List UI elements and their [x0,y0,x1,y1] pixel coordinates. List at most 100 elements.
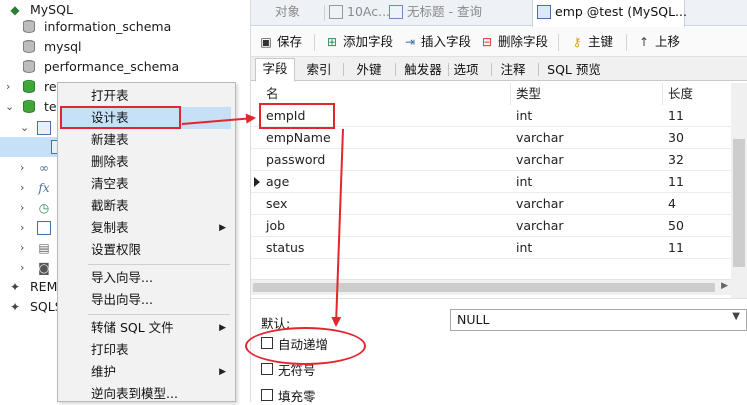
unsigned-checkbox[interactable] [261,363,273,375]
cell-field-name[interactable]: job [261,215,511,237]
cell-field-length[interactable]: 30 [663,127,733,149]
tree-folder-reports[interactable]: › ▤ [0,238,58,258]
tab-options[interactable]: 选项 [449,59,483,81]
cell-field-name[interactable]: status [261,237,511,259]
tree-folder-functions[interactable]: › fx [0,178,58,198]
table-row[interactable]: age int 11 [251,171,733,193]
cell-field-length[interactable]: 11 [663,171,733,193]
function-icon: fx [38,181,50,195]
menu-item-delete-table[interactable]: 删除表 [58,151,235,173]
menu-item-empty-table[interactable]: 清空表 [58,173,235,195]
tree-db-mysql[interactable]: mysql [0,37,248,57]
cell-field-length[interactable]: 11 [663,105,733,127]
menu-item-open-table[interactable]: 打开表 [58,85,235,107]
menu-item-import-wizard[interactable]: 导入向导... [58,267,235,289]
scroll-right-icon[interactable]: ▶ [721,281,728,291]
tab-indexes[interactable]: 索引 [299,59,339,81]
tab-fields[interactable]: 字段 [255,58,295,82]
tab-10ac[interactable]: 10Ac... [325,0,390,26]
column-header-type[interactable]: 类型 [511,83,663,105]
chevron-right-icon[interactable]: › [20,158,24,178]
default-value-select[interactable]: NULL ▼ [450,309,747,331]
arrow-up-icon: ↑ [638,35,650,49]
table-row[interactable]: empName varchar 30 [251,127,733,149]
cell-field-type[interactable]: int [511,105,663,127]
tree-connection-sqls[interactable]: ✦ SQLS [0,297,63,317]
tab-comment[interactable]: 注释 [495,59,531,81]
menu-item-set-permissions[interactable]: 设置权限 [58,239,235,261]
column-header-length[interactable]: 长度 [663,83,733,105]
submenu-arrow-icon: ▶ [219,223,226,233]
tree-folder-backups[interactable]: › ◙ [0,258,58,278]
menu-item-copy-table[interactable]: 复制表 ▶ [58,217,235,239]
delete-field-button[interactable]: ⊟ 删除字段 [478,27,548,57]
tree-folder-tables[interactable]: ⌄ [0,118,58,138]
key-icon: ⚷ [572,35,582,49]
chevron-right-icon[interactable]: › [6,77,10,97]
toolbar-separator [558,34,559,51]
cell-field-length[interactable]: 50 [663,215,733,237]
cell-field-type[interactable]: varchar [511,193,663,215]
tree-db-information-schema[interactable]: information_schema [0,17,248,37]
database-icon [23,60,35,74]
add-field-button[interactable]: ⊞ 添加字段 [323,27,393,57]
menu-item-maintain[interactable]: 维护 ▶ [58,361,235,383]
chevron-right-icon[interactable]: › [20,198,24,218]
tree-db-performance-schema[interactable]: performance_schema [0,57,248,77]
column-header-name[interactable]: 名 [261,83,511,105]
horizontal-scrollbar[interactable]: ▶ [251,279,731,295]
tree-folder-views[interactable]: › ∞ [0,158,58,178]
cell-field-type[interactable]: varchar [511,215,663,237]
vertical-scrollbar[interactable] [731,83,747,298]
cell-field-name[interactable]: sex [261,193,511,215]
cell-field-name[interactable]: empName [261,127,511,149]
tab-triggers[interactable]: 触发器 [399,59,447,81]
insert-field-button[interactable]: ⇥ 插入字段 [401,27,471,57]
save-button[interactable]: ▣ 保存 [257,27,302,57]
tab-sql-preview[interactable]: SQL 预览 [543,59,605,81]
menu-item-print-table[interactable]: 打印表 [58,339,235,361]
menu-item-truncate-table[interactable]: 截断表 [58,195,235,217]
move-up-button[interactable]: ↑ 上移 [635,27,680,57]
tab-emp-design[interactable]: emp @test (MySQL... [532,0,687,27]
chevron-down-icon[interactable]: ⌄ [5,97,14,117]
cell-field-type[interactable]: varchar [511,127,663,149]
chevron-right-icon[interactable]: › [20,258,24,278]
cell-field-type[interactable]: int [511,171,663,193]
primary-key-button[interactable]: ⚷ 主键 [568,27,613,57]
chevron-right-icon[interactable]: › [20,178,24,198]
cell-field-type[interactable]: int [511,237,663,259]
tab-objects[interactable]: 对象 [251,0,323,26]
cell-field-length[interactable]: 4 [663,193,733,215]
cell-field-name[interactable]: password [261,149,511,171]
menu-item-new-table[interactable]: 新建表 [58,129,235,151]
cell-field-type[interactable]: varchar [511,149,663,171]
zerofill-checkbox[interactable] [261,389,273,401]
table-row[interactable]: status int 11 [251,237,733,259]
table-row[interactable]: sex varchar 4 [251,193,733,215]
cell-field-length[interactable]: 32 [663,149,733,171]
tree-folder-queries[interactable]: › [0,218,58,238]
chevron-down-icon[interactable]: ⌄ [20,118,29,138]
table-row[interactable]: password varchar 32 [251,149,733,171]
cell-field-name[interactable]: age [261,171,511,193]
table-row[interactable]: job varchar 50 [251,215,733,237]
menu-item-export-wizard[interactable]: 导出向导... [58,289,235,311]
save-label: 保存 [277,34,303,49]
scrollbar-thumb[interactable] [733,139,745,267]
chevron-right-icon[interactable]: › [20,218,24,238]
chevron-right-icon[interactable]: › [20,238,24,258]
cell-field-length[interactable]: 11 [663,237,733,259]
tree-folder-events[interactable]: › ◷ [0,198,58,218]
menu-item-dump-sql[interactable]: 转储 SQL 文件 ▶ [58,317,235,339]
chevron-down-icon: ▼ [732,311,740,322]
tree-connection-rem[interactable]: ✦ REM [0,277,60,297]
tab-foreign-keys[interactable]: 外键 [347,59,391,81]
tree-db-test[interactable]: ⌄ tes [0,97,63,117]
tab-untitled-query[interactable]: 无标题 - 查询 [385,0,527,26]
window-tab-strip: 对象 10Ac... 无标题 - 查询 emp @test (MySQL... [251,0,747,27]
tree-db-re[interactable]: › re [0,77,60,97]
tab-separator [343,63,344,76]
scrollbar-thumb[interactable] [253,283,715,292]
tree-table-emp-selected[interactable] [0,137,65,157]
